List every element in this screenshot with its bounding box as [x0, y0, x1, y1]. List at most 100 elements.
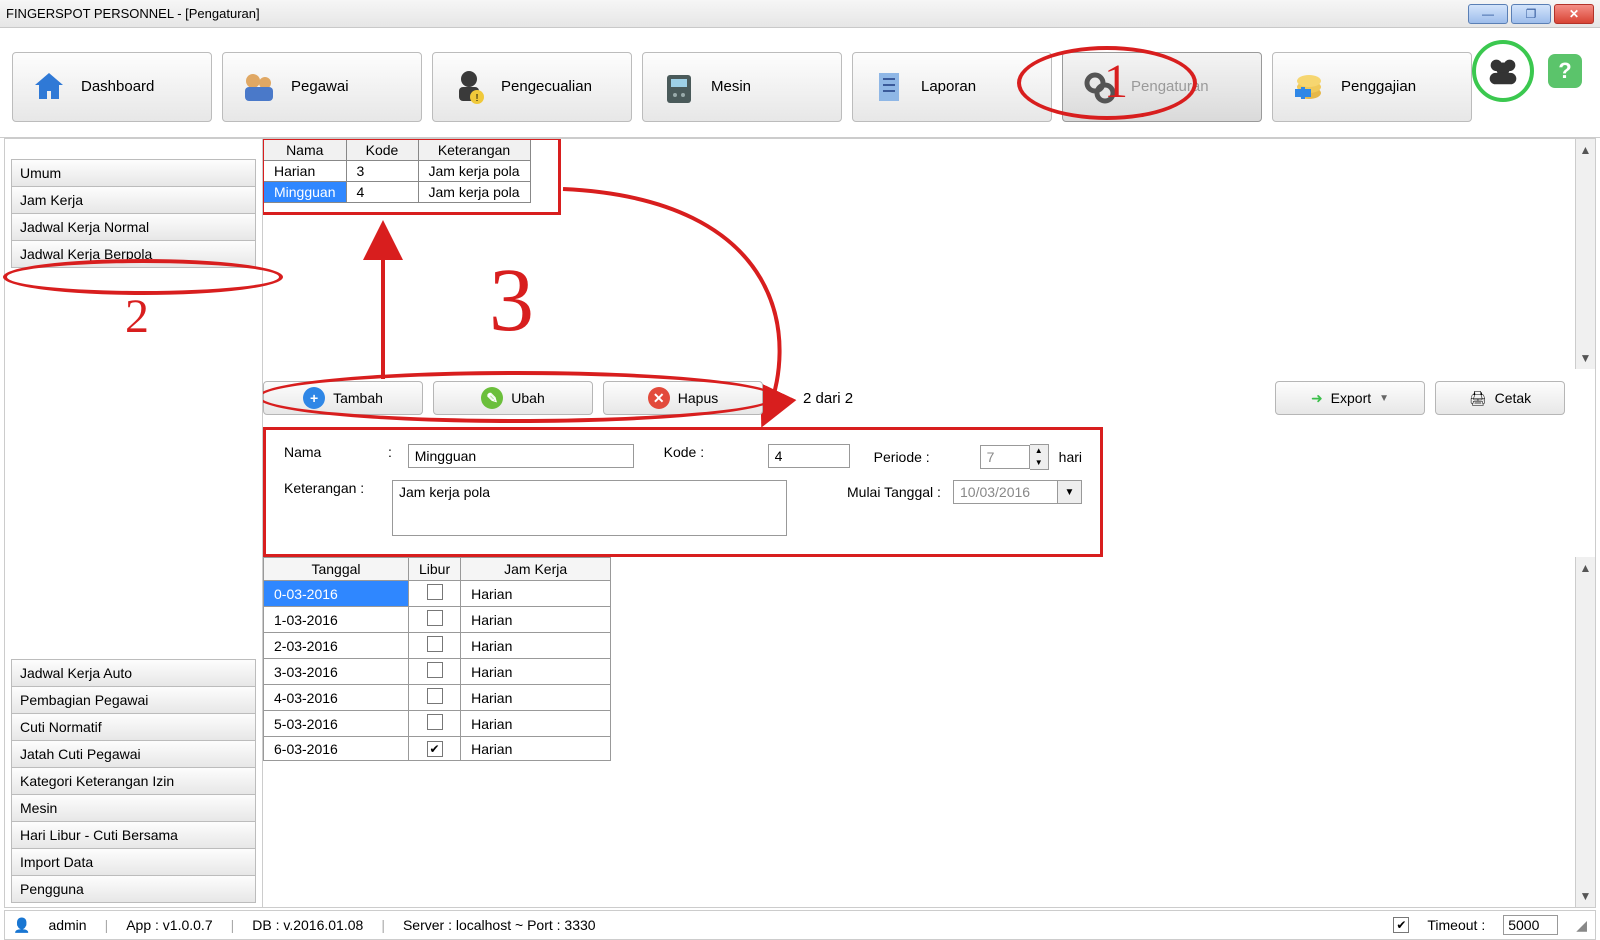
- sidebar-item-pembagian[interactable]: Pembagian Pegawai: [11, 687, 256, 714]
- cell-tanggal: 3-03-2016: [264, 659, 409, 685]
- tab-label: Mesin: [711, 78, 751, 95]
- report-icon: [869, 67, 909, 107]
- sidebar-item-jatah-cuti[interactable]: Jatah Cuti Pegawai: [11, 741, 256, 768]
- timeout-checkbox[interactable]: ✔: [1393, 917, 1409, 933]
- tab-pengaturan[interactable]: Pengaturan: [1062, 52, 1262, 122]
- resize-grip-icon[interactable]: ◢: [1576, 917, 1587, 934]
- tambah-button[interactable]: + Tambah: [263, 381, 423, 415]
- close-button[interactable]: ✕: [1554, 4, 1594, 24]
- cetak-button[interactable]: 🖨 Cetak: [1435, 381, 1565, 415]
- users-icon[interactable]: [1472, 40, 1534, 102]
- kode-input[interactable]: [768, 444, 850, 468]
- sidebar-item-umum[interactable]: Umum: [11, 159, 256, 187]
- status-app: App : v1.0.0.7: [126, 917, 212, 933]
- scroll-down-icon[interactable]: ▼: [1580, 351, 1592, 365]
- sidebar-item-import-data[interactable]: Import Data: [11, 849, 256, 876]
- export-icon: ➜: [1311, 390, 1323, 407]
- cell-jam-kerja: Harian: [461, 581, 611, 607]
- cell-tanggal: 2-03-2016: [264, 633, 409, 659]
- kode-label: Kode :: [664, 444, 756, 460]
- pola-row[interactable]: Harian 3 Jam kerja pola: [264, 161, 531, 182]
- sidebar-item-jadwal-auto[interactable]: Jadwal Kerja Auto: [11, 659, 256, 687]
- col-tanggal: Tanggal: [264, 558, 409, 581]
- tab-pengecualian[interactable]: ! Pengecualian: [432, 52, 632, 122]
- cell-libur[interactable]: [409, 607, 461, 633]
- tab-pegawai[interactable]: Pegawai: [222, 52, 422, 122]
- tab-label: Dashboard: [81, 78, 154, 95]
- schedule-row[interactable]: 6-03-2016✔Harian: [264, 737, 611, 761]
- cell-tanggal: 1-03-2016: [264, 607, 409, 633]
- minimize-button[interactable]: —: [1468, 4, 1508, 24]
- tab-label: Pengecualian: [501, 78, 592, 95]
- button-label: Hapus: [678, 390, 718, 406]
- tab-laporan[interactable]: Laporan: [852, 52, 1052, 122]
- cell-libur[interactable]: [409, 633, 461, 659]
- spin-down[interactable]: ▼: [1030, 457, 1048, 469]
- statusbar: 👤 admin | App : v1.0.0.7 | DB : v.2016.0…: [4, 910, 1596, 940]
- sidebar-item-jadwal-normal[interactable]: Jadwal Kerja Normal: [11, 214, 256, 241]
- cell-jam-kerja: Harian: [461, 607, 611, 633]
- ubah-button[interactable]: ✎ Ubah: [433, 381, 593, 415]
- chevron-down-icon: ▼: [1379, 393, 1389, 404]
- schedule-row[interactable]: 1-03-2016 Harian: [264, 607, 611, 633]
- cell-libur[interactable]: [409, 659, 461, 685]
- help-icon[interactable]: ?: [1548, 54, 1582, 88]
- schedule-row[interactable]: 4-03-2016Harian: [264, 685, 611, 711]
- employees-icon: [239, 67, 279, 107]
- schedule-row[interactable]: 5-03-2016Harian: [264, 711, 611, 737]
- scroll-down-icon[interactable]: ▼: [1580, 889, 1592, 903]
- sidebar-item-pengguna[interactable]: Pengguna: [11, 876, 256, 903]
- status-server: Server : localhost ~ Port : 3330: [403, 917, 596, 933]
- cell-libur[interactable]: [409, 711, 461, 737]
- payroll-icon: [1289, 67, 1329, 107]
- button-label: Cetak: [1495, 390, 1532, 406]
- cell-libur[interactable]: [409, 581, 461, 607]
- cell-jam-kerja: Harian: [461, 633, 611, 659]
- cell-libur[interactable]: ✔: [409, 737, 461, 761]
- export-button[interactable]: ➜ Export ▼: [1275, 381, 1425, 415]
- schedule-row[interactable]: 0-03-2016Harian: [264, 581, 611, 607]
- tab-dashboard[interactable]: Dashboard: [12, 52, 212, 122]
- scrollbar-top[interactable]: ▲ ▼: [1575, 139, 1595, 369]
- scroll-up-icon[interactable]: ▲: [1580, 561, 1592, 575]
- sidebar-item-kategori-izin[interactable]: Kategori Keterangan Izin: [11, 768, 256, 795]
- nama-input[interactable]: [408, 444, 634, 468]
- sidebar-item-hari-libur[interactable]: Hari Libur - Cuti Bersama: [11, 822, 256, 849]
- cell-libur[interactable]: [409, 685, 461, 711]
- button-label: Tambah: [333, 390, 383, 406]
- schedule-row[interactable]: 3-03-2016Harian: [264, 659, 611, 685]
- tab-penggajian[interactable]: Penggajian: [1272, 52, 1472, 122]
- content: Nama Kode Keterangan Harian 3 Jam kerja …: [263, 139, 1595, 907]
- mulai-input[interactable]: [953, 480, 1058, 504]
- device-icon: [659, 67, 699, 107]
- spin-up[interactable]: ▲: [1030, 445, 1048, 457]
- timeout-input[interactable]: [1503, 915, 1558, 935]
- button-label: Ubah: [511, 390, 544, 406]
- mulai-datepicker[interactable]: ▼: [953, 480, 1082, 504]
- tab-mesin[interactable]: Mesin: [642, 52, 842, 122]
- chevron-down-icon[interactable]: ▼: [1058, 480, 1082, 504]
- keterangan-input[interactable]: [392, 480, 787, 536]
- schedule-table[interactable]: Tanggal Libur Jam Kerja 0-03-2016Harian1…: [263, 557, 611, 761]
- titlebar: FINGERSPOT PERSONNEL - [Pengaturan] — ❐ …: [0, 0, 1600, 28]
- sidebar-item-jadwal-berpola[interactable]: Jadwal Kerja Berpola: [11, 241, 256, 268]
- scrollbar-bottom[interactable]: ▲ ▼: [1575, 557, 1595, 907]
- sidebar-item-cuti-normatif[interactable]: Cuti Normatif: [11, 714, 256, 741]
- col-kode: Kode: [346, 140, 418, 161]
- cell-jam-kerja: Harian: [461, 711, 611, 737]
- pola-row[interactable]: Mingguan 4 Jam kerja pola: [264, 182, 531, 203]
- tab-label: Pegawai: [291, 78, 349, 95]
- ribbon: Dashboard Pegawai ! Pengecualian Mesin L…: [0, 28, 1600, 138]
- sidebar-item-jam-kerja[interactable]: Jam Kerja: [11, 187, 256, 214]
- maximize-button[interactable]: ❐: [1511, 4, 1551, 24]
- sidebar-group-top: Umum Jam Kerja Jadwal Kerja Normal Jadwa…: [11, 159, 256, 268]
- sidebar-item-mesin[interactable]: Mesin: [11, 795, 256, 822]
- svg-text:!: !: [476, 93, 479, 104]
- hapus-button[interactable]: ✕ Hapus: [603, 381, 763, 415]
- pola-table[interactable]: Nama Kode Keterangan Harian 3 Jam kerja …: [263, 139, 531, 203]
- schedule-row[interactable]: 2-03-2016 Harian: [264, 633, 611, 659]
- scroll-up-icon[interactable]: ▲: [1580, 143, 1592, 157]
- gear-icon: [1079, 67, 1119, 107]
- periode-input[interactable]: [980, 445, 1030, 469]
- periode-spinner[interactable]: ▲▼: [980, 444, 1049, 470]
